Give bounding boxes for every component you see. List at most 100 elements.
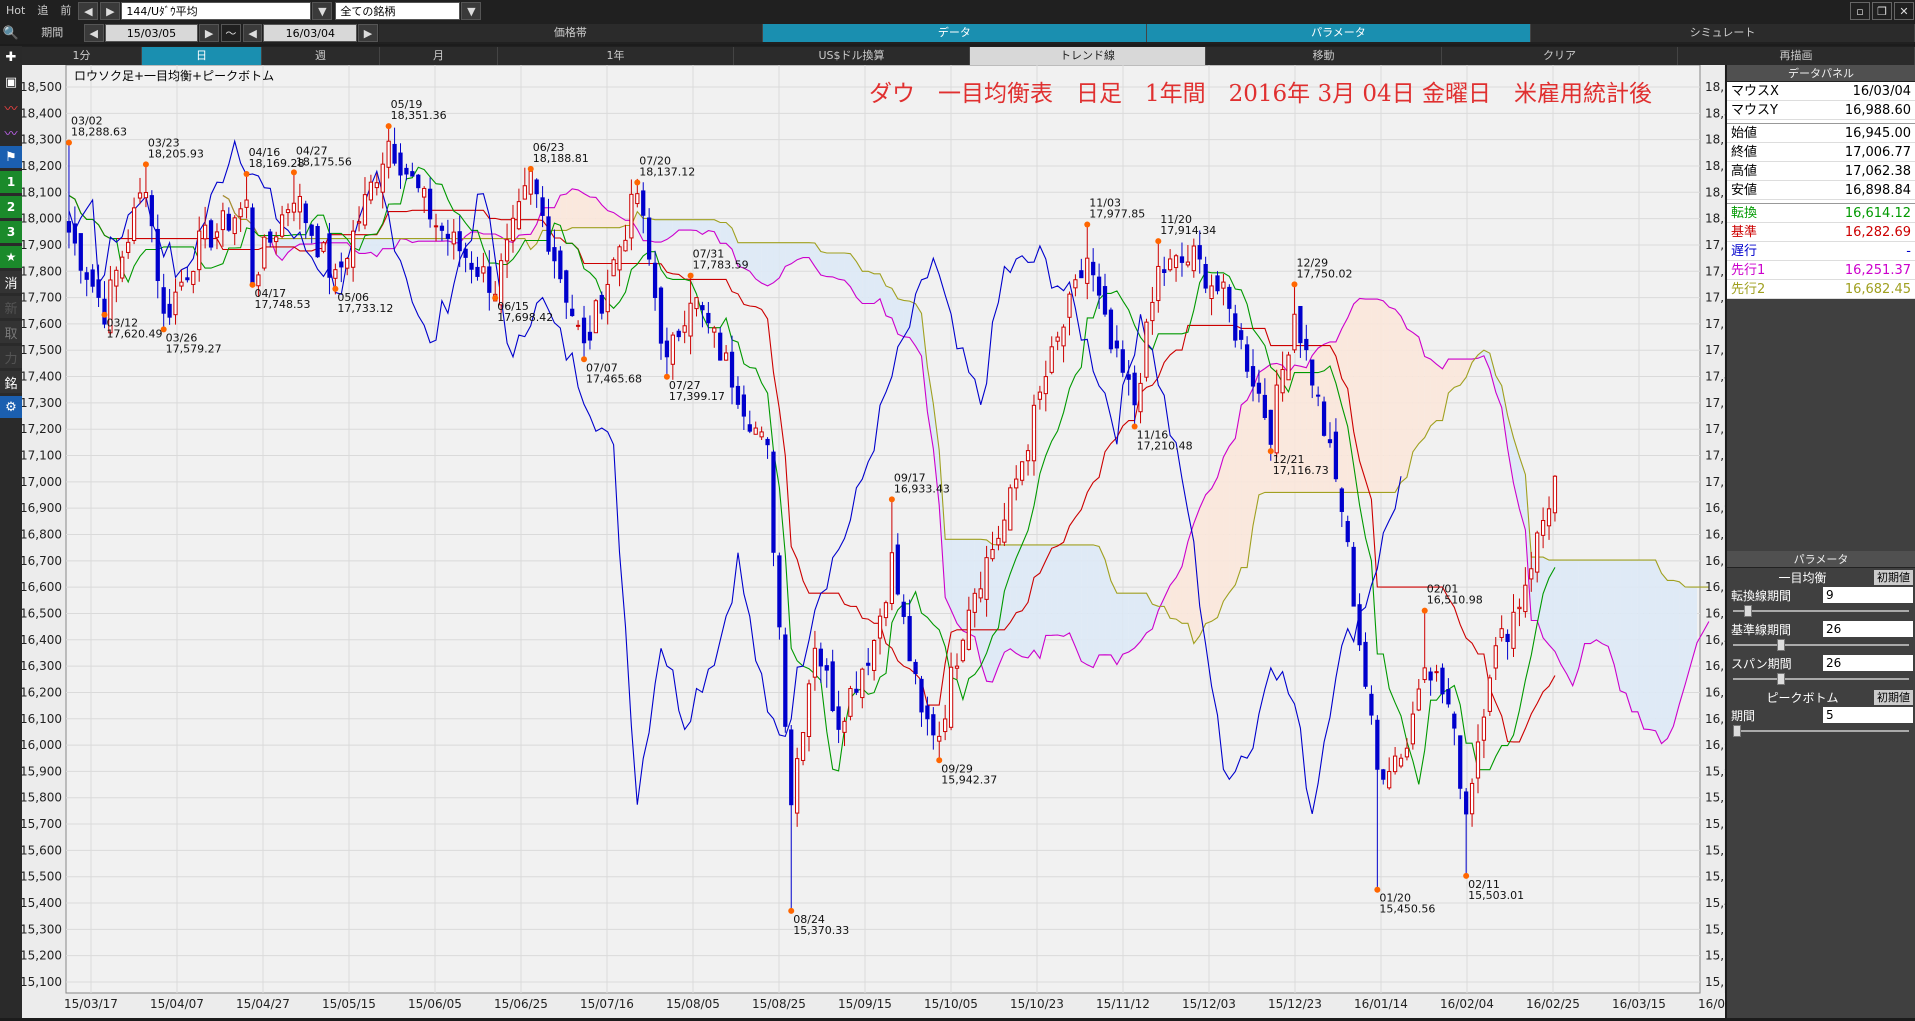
forward-arrow-icon[interactable]: ▶ bbox=[100, 2, 121, 20]
y-tick-label-left: 15,200 bbox=[22, 949, 62, 963]
end-date-field[interactable]: 16/03/04 bbox=[263, 24, 358, 42]
tab-data[interactable]: データ bbox=[762, 24, 1147, 42]
candle-body bbox=[860, 668, 865, 699]
peak-value-label: 17,465.68 bbox=[586, 372, 642, 385]
prev-button[interactable]: 追 bbox=[31, 2, 54, 20]
restore-icon[interactable]: ❐ bbox=[1872, 2, 1892, 20]
favorite-star-icon[interactable]: ★ bbox=[0, 246, 22, 268]
chart-area[interactable]: 03/02 18,288.63 03/12 17,620.49 03/23 18,205.… bbox=[20, 64, 1752, 1018]
take-button[interactable]: 取 bbox=[0, 321, 22, 343]
candle-body bbox=[1227, 286, 1232, 309]
kumo-segment bbox=[1637, 560, 1644, 730]
preset-2-button[interactable]: 2 bbox=[0, 196, 22, 218]
data-panel-title: データパネル bbox=[1727, 65, 1915, 82]
tenkan-period-input[interactable]: 9 bbox=[1823, 587, 1913, 603]
tenkan-slider[interactable] bbox=[1733, 604, 1909, 618]
y-tick-label-left: 15,800 bbox=[22, 791, 62, 805]
symbol-button[interactable]: 銘 bbox=[0, 371, 22, 393]
y-tick-label-left: 16,600 bbox=[22, 580, 62, 594]
usd-convert-button[interactable]: US$ドル換算 bbox=[734, 46, 970, 65]
indicator-icon[interactable]: 〰 bbox=[0, 121, 22, 143]
candle-body bbox=[1203, 263, 1208, 289]
new-button[interactable]: 新 bbox=[0, 296, 22, 318]
candle-body bbox=[179, 281, 184, 287]
candle-body bbox=[126, 241, 131, 253]
kumo-segment bbox=[1543, 557, 1550, 645]
tab-price-band[interactable]: 価格帯 bbox=[378, 24, 763, 42]
kumo-segment bbox=[1229, 438, 1236, 593]
candle-body bbox=[238, 208, 243, 218]
candle-body bbox=[78, 233, 83, 271]
kumo-segment bbox=[1436, 364, 1443, 421]
peak-period-input[interactable]: 5 bbox=[1823, 707, 1913, 723]
peak-marker bbox=[634, 179, 641, 186]
tf-day[interactable]: 日 bbox=[142, 46, 262, 65]
kijun-period-input[interactable]: 26 bbox=[1823, 621, 1913, 637]
candle-body bbox=[1019, 461, 1025, 481]
close-icon[interactable]: ✕ bbox=[1894, 2, 1914, 20]
x-tick-label: 15/06/25 bbox=[494, 997, 548, 1011]
kumo-segment bbox=[998, 544, 1005, 667]
tab-parameters[interactable]: パラメータ bbox=[1146, 24, 1531, 42]
erase-button[interactable]: 消 bbox=[0, 271, 22, 293]
tab-simulate[interactable]: シミュレート bbox=[1530, 24, 1915, 42]
y-tick-label-left: 18,400 bbox=[22, 106, 62, 120]
tf-1min[interactable]: 1分 bbox=[22, 46, 142, 65]
kumo-segment bbox=[1377, 299, 1384, 493]
y-tick-label-left: 16,700 bbox=[22, 554, 62, 568]
preset-1-button[interactable]: 1 bbox=[0, 171, 22, 193]
kumo-segment bbox=[785, 242, 792, 267]
universe-field[interactable]: 全ての銘柄 bbox=[335, 2, 461, 20]
x-tick-label: 16/01/14 bbox=[1354, 997, 1408, 1011]
back-arrow-icon[interactable]: ◀ bbox=[78, 2, 99, 20]
trendline-button[interactable]: トレンド線 bbox=[970, 46, 1206, 65]
clear-button[interactable]: クリア bbox=[1442, 46, 1678, 65]
start-next-icon[interactable]: ▶ bbox=[199, 24, 220, 42]
candle-body bbox=[297, 195, 302, 213]
start-date-field[interactable]: 15/03/05 bbox=[104, 24, 199, 42]
ichimoku-chart[interactable]: 03/0218,288.6303/1217,620.4903/2318,205.… bbox=[20, 64, 1752, 1018]
tf-year[interactable]: 1年 bbox=[498, 46, 734, 65]
symbol-dropdown-icon[interactable]: ▼ bbox=[312, 2, 333, 20]
start-prev-icon[interactable]: ◀ bbox=[83, 24, 104, 42]
y-tick-label-right: 17,500 bbox=[1705, 343, 1725, 357]
hot-button[interactable]: Hot bbox=[0, 2, 31, 20]
universe-dropdown-icon[interactable]: ▼ bbox=[461, 2, 482, 20]
move-button[interactable]: 移動 bbox=[1206, 46, 1442, 65]
crosshair-icon[interactable]: ✚ bbox=[0, 46, 22, 68]
peak-slider[interactable] bbox=[1733, 724, 1909, 738]
candle-body bbox=[285, 209, 291, 214]
ichimoku-reset-button[interactable]: 初期値 bbox=[1874, 569, 1913, 585]
preset-3-button[interactable]: 3 bbox=[0, 221, 22, 243]
ichimoku-param-header: 一目均衡 初期値 bbox=[1727, 568, 1915, 586]
minimize-icon[interactable]: ▫ bbox=[1850, 2, 1870, 20]
settings-gear-icon[interactable]: ⚙ bbox=[0, 396, 22, 418]
senkou1-row: 先行1 16,251.37 bbox=[1727, 261, 1915, 280]
kijun-row: 基準 16,282.69 bbox=[1727, 223, 1915, 242]
symbol-field[interactable]: 144/Uﾀﾞｳ平均 bbox=[121, 2, 312, 20]
end-next-icon[interactable]: ▶ bbox=[358, 24, 378, 42]
next-button[interactable]: 前 bbox=[54, 2, 77, 20]
flag-icon[interactable]: ⚑ bbox=[0, 146, 22, 168]
candle-body bbox=[830, 661, 835, 711]
peak-reset-button[interactable]: 初期値 bbox=[1874, 689, 1913, 705]
redraw-button[interactable]: 再描画 bbox=[1678, 46, 1915, 65]
y-tick-label-right: 17,100 bbox=[1705, 449, 1725, 463]
camera-icon[interactable]: ▣ bbox=[0, 71, 22, 93]
search-icon[interactable]: 🔍 bbox=[0, 22, 22, 44]
kijun-slider[interactable] bbox=[1733, 638, 1909, 652]
power-button[interactable]: 力 bbox=[0, 346, 22, 368]
end-prev-icon[interactable]: ◀ bbox=[242, 24, 263, 42]
y-tick-label-left: 18,000 bbox=[22, 212, 62, 226]
y-tick-label-left: 15,300 bbox=[22, 922, 62, 936]
y-tick-label-right: 16,900 bbox=[1705, 501, 1725, 515]
kumo-segment bbox=[1093, 544, 1100, 668]
candle-body bbox=[605, 283, 610, 313]
chart-line-icon[interactable]: 〰 bbox=[0, 96, 22, 118]
span-slider[interactable] bbox=[1733, 672, 1909, 686]
tf-month[interactable]: 月 bbox=[380, 46, 498, 65]
span-period-input[interactable]: 26 bbox=[1823, 655, 1913, 671]
tf-week[interactable]: 週 bbox=[262, 46, 380, 65]
kumo-segment bbox=[1661, 573, 1668, 744]
candle-body bbox=[427, 188, 433, 220]
